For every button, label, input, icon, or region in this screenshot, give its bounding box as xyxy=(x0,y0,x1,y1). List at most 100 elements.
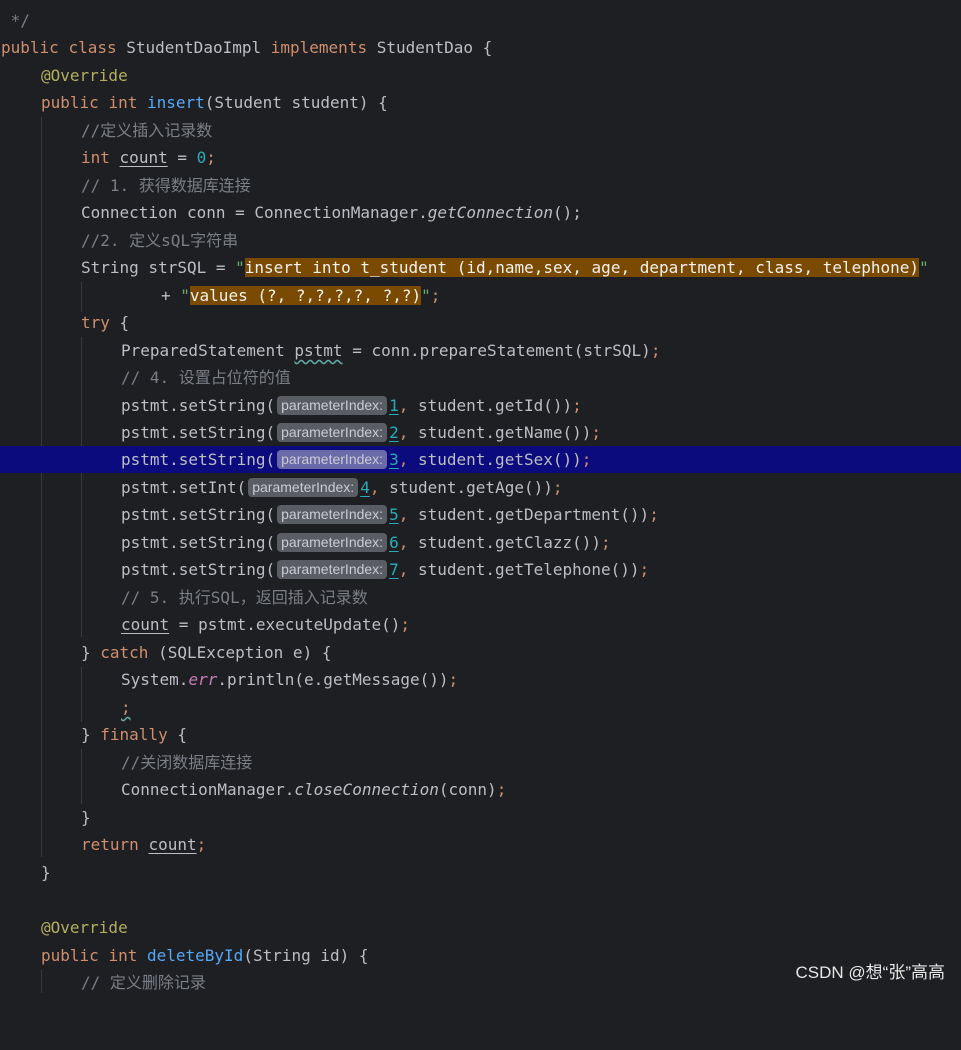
code-line[interactable]: //关闭数据库连接 xyxy=(0,749,961,776)
method-name: insert xyxy=(146,93,205,112)
annotation: @Override xyxy=(41,66,128,85)
static-method-call: getConnection xyxy=(427,203,554,222)
semicolon: ; xyxy=(448,670,459,689)
statement: String strSQL = "insert into t_student (… xyxy=(81,254,929,281)
code-text: student.getTelephone()) xyxy=(408,560,640,579)
variable-count: count xyxy=(119,148,168,167)
code-line[interactable]: ; xyxy=(0,694,961,721)
number-literal: 0 xyxy=(196,148,207,167)
highlighted-string: values (?, ?,?,?,?, ?,?) xyxy=(189,286,422,305)
code-line[interactable]: return count; xyxy=(0,831,961,858)
code-text: PreparedStatement xyxy=(121,341,295,360)
code-line[interactable]: pstmt.setString(parameterIndex: 6, studen… xyxy=(0,529,961,556)
parameter-hint: parameterIndex: xyxy=(277,505,388,524)
comment-text: // 5. 执行SQL，返回插入记录数 xyxy=(121,588,368,607)
code-text: student.getDepartment()) xyxy=(408,505,650,524)
number-literal: 1 xyxy=(389,396,399,415)
code-text: student.getAge()) xyxy=(379,478,553,497)
code-line[interactable]: //定义插入记录数 xyxy=(0,117,961,144)
code-line[interactable]: */ xyxy=(0,7,961,34)
code-text: pstmt.setString( xyxy=(121,396,276,415)
code-line[interactable]: } catch (SQLException e) { xyxy=(0,639,961,666)
code-line[interactable]: //2. 定义sQL字符串 xyxy=(0,227,961,254)
code-line[interactable]: Connection conn = ConnectionManager.getC… xyxy=(0,199,961,226)
class-name: StudentDaoImpl xyxy=(126,38,262,57)
code-line[interactable]: @Override xyxy=(0,62,961,89)
code-line[interactable]: pstmt.setString(parameterIndex: 5, studen… xyxy=(0,501,961,528)
statement: } catch (SQLException e) { xyxy=(81,639,331,666)
code-text: pstmt.setString( xyxy=(121,423,276,442)
comment-text: */ xyxy=(1,11,30,30)
code-line[interactable]: public int insert(Student student) { xyxy=(0,89,961,116)
code-line[interactable]: pstmt.setInt(parameterIndex: 4, student.g… xyxy=(0,474,961,501)
code-line[interactable]: String strSQL = "insert into t_student (… xyxy=(0,254,961,281)
code-text: student.getSex()) xyxy=(408,450,582,469)
statement: pstmt.setString(parameterIndex: 5, studen… xyxy=(121,501,659,528)
code-text: pstmt.setString( xyxy=(121,533,276,552)
code-line[interactable]: // 5. 执行SQL，返回插入记录数 xyxy=(0,584,961,611)
parameter-hint: parameterIndex: xyxy=(277,423,388,442)
statement: pstmt.setString(parameterIndex: 3, studen… xyxy=(121,446,591,473)
statement: } finally { xyxy=(81,721,187,748)
string-quote: " xyxy=(919,258,929,277)
semicolon: ; xyxy=(639,560,650,579)
highlighted-string: insert into t_student (id,name,sex, age,… xyxy=(244,258,920,277)
code-text: Connection conn = ConnectionManager. xyxy=(81,203,428,222)
watermark: CSDN @想“张”高高 xyxy=(795,963,945,982)
statement: try { xyxy=(81,309,129,336)
semicolon: ; xyxy=(650,341,661,360)
code-line[interactable]: System.err.println(e.getMessage()); xyxy=(0,666,961,693)
code-line[interactable]: public class StudentDaoImpl implements S… xyxy=(0,34,961,61)
code-line[interactable]: try { xyxy=(0,309,961,336)
code-line[interactable]: // 1. 获得数据库连接 xyxy=(0,172,961,199)
number-literal: 7 xyxy=(389,560,399,579)
variable-count: count xyxy=(121,615,170,634)
comma: , xyxy=(398,560,409,579)
code-line[interactable]: } xyxy=(0,804,961,831)
parameter-hint: parameterIndex: xyxy=(248,478,359,497)
string-quote: " xyxy=(421,286,431,305)
semicolon: ; xyxy=(496,780,507,799)
code-text: (); xyxy=(553,203,582,222)
code-line[interactable]: PreparedStatement pstmt = conn.prepareSt… xyxy=(0,337,961,364)
statement: count = pstmt.executeUpdate(); xyxy=(121,611,410,638)
code-line[interactable]: pstmt.setString(parameterIndex: 2, studen… xyxy=(0,419,961,446)
code-line[interactable]: pstmt.setString(parameterIndex: 1, studen… xyxy=(0,392,961,419)
code-line[interactable]: pstmt.setString(parameterIndex: 7, studen… xyxy=(0,556,961,583)
code-text: = conn.prepareStatement(strSQL) xyxy=(342,341,651,360)
code-line[interactable]: } xyxy=(0,859,961,886)
statement: pstmt.setInt(parameterIndex: 4, student.g… xyxy=(121,474,563,501)
number-literal: 3 xyxy=(389,450,399,469)
code-line[interactable]: int count = 0; xyxy=(0,144,961,171)
code-text: student.getClazz()) xyxy=(408,533,602,552)
semicolon: ; xyxy=(121,698,131,717)
brace: } xyxy=(81,643,101,662)
statement: pstmt.setString(parameterIndex: 2, studen… xyxy=(121,419,601,446)
semicolon: ; xyxy=(430,286,441,305)
comma: , xyxy=(398,396,409,415)
current-code-line[interactable]: pstmt.setString(parameterIndex: 3, studen… xyxy=(0,446,961,473)
keyword: return xyxy=(81,835,139,854)
comment-text: //关闭数据库连接 xyxy=(121,753,253,772)
statement: return count; xyxy=(81,831,206,858)
code-editor[interactable]: */ public class StudentDaoImpl implement… xyxy=(0,0,961,993)
code-text: (conn) xyxy=(438,780,497,799)
comma: , xyxy=(398,423,409,442)
method-params: (Student student) { xyxy=(204,93,388,112)
code-line[interactable]: // 4. 设置占位符的值 xyxy=(0,364,961,391)
code-line[interactable]: } finally { xyxy=(0,721,961,748)
parameter-hint: parameterIndex: xyxy=(277,560,388,579)
statement: pstmt.setString(parameterIndex: 7, studen… xyxy=(121,556,649,583)
number-literal: 6 xyxy=(389,533,399,552)
semicolon: ; xyxy=(400,615,410,634)
code-line[interactable]: count = pstmt.executeUpdate(); xyxy=(0,611,961,638)
keyword: try xyxy=(81,313,110,332)
method-params: (String id) { xyxy=(243,946,369,965)
code-line[interactable]: + "values (?, ?,?,?,?, ?,?)"; xyxy=(0,282,961,309)
code-line[interactable]: @Override xyxy=(0,914,961,941)
operator: + xyxy=(161,286,181,305)
code-line[interactable]: ConnectionManager.closeConnection(conn); xyxy=(0,776,961,803)
keyword: implements xyxy=(270,38,368,57)
code-text: student.getId()) xyxy=(408,396,573,415)
code-text: ConnectionManager. xyxy=(121,780,295,799)
